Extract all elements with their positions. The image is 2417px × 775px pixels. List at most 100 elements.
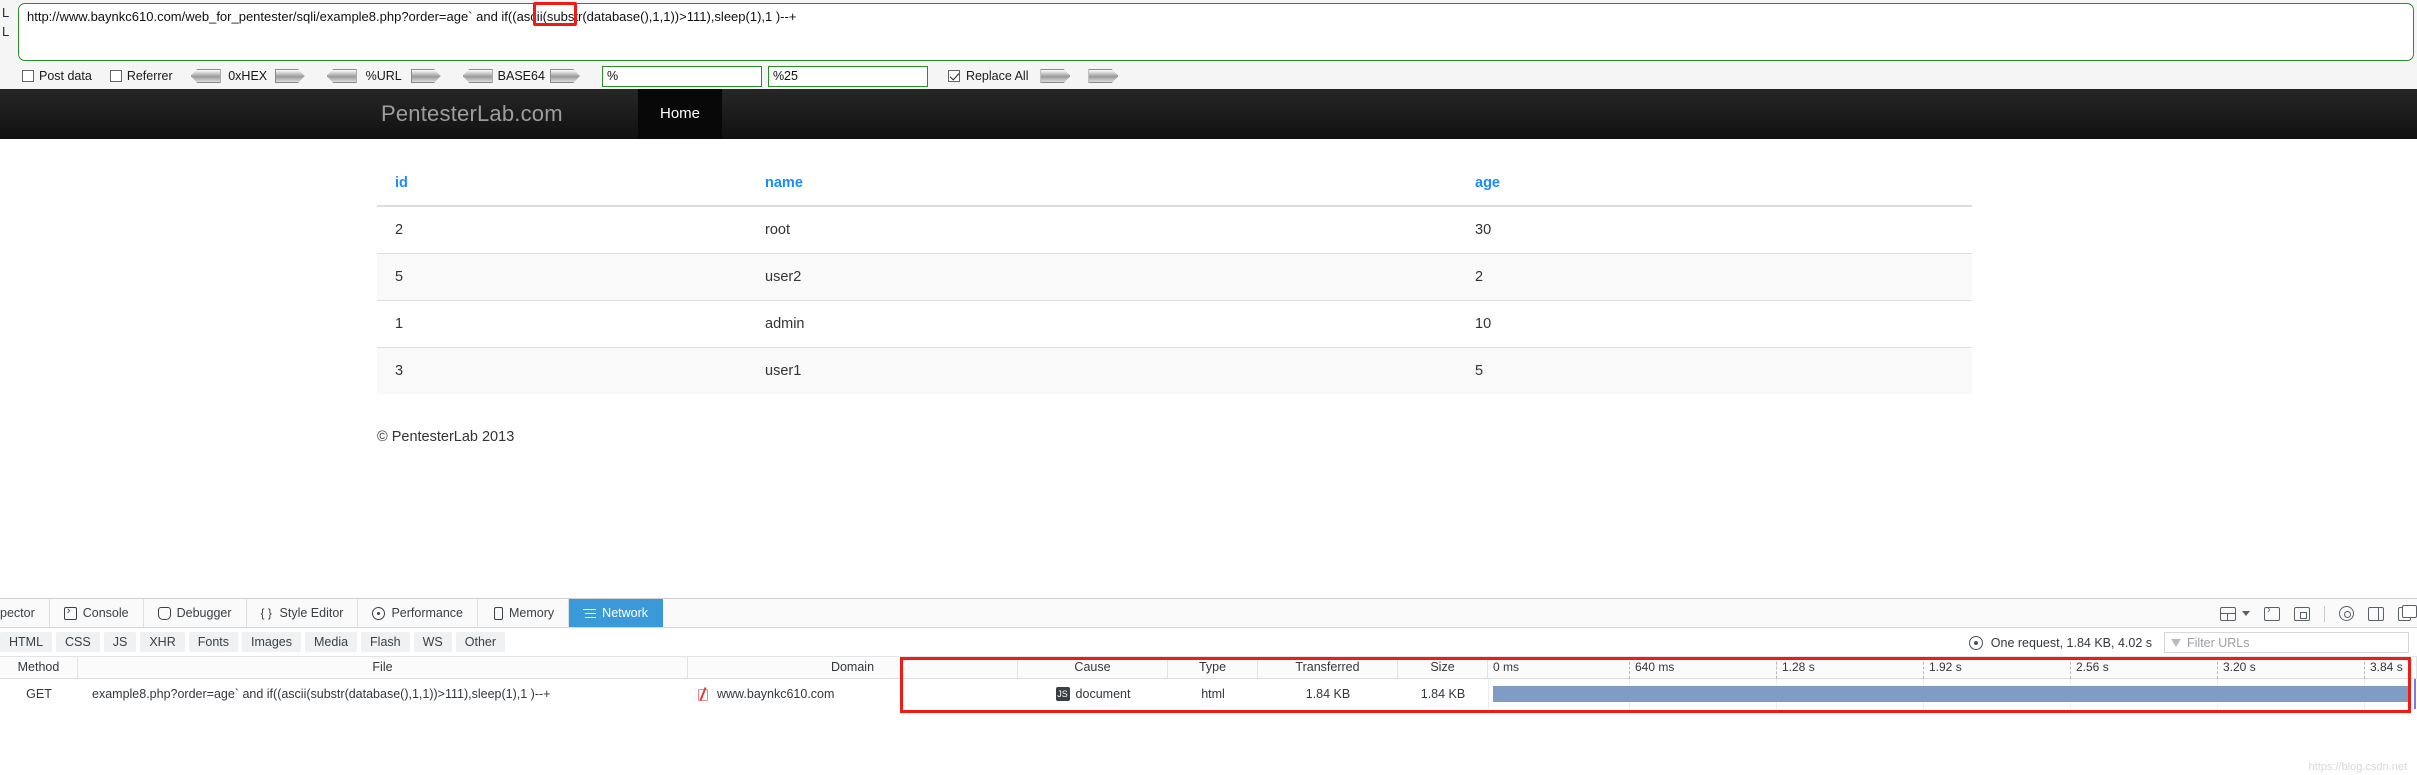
- filter-fonts[interactable]: Fonts: [188, 632, 238, 652]
- url-label-bottom: L: [2, 24, 10, 39]
- url-input[interactable]: http://www.baynkc610.com/web_for_pentest…: [18, 3, 2414, 61]
- cell-name: user1: [747, 347, 1457, 394]
- referrer-label: Referrer: [126, 69, 173, 83]
- filter-xhr[interactable]: XHR: [140, 632, 185, 652]
- cell-name: user2: [747, 253, 1457, 301]
- url-encoder-label: %URL: [365, 69, 402, 83]
- base64-decode-arrow-icon[interactable]: [462, 69, 493, 83]
- cell-domain-text: www.baynkc610.com: [717, 687, 835, 701]
- filter-css[interactable]: CSS: [56, 632, 100, 652]
- tab-inspector[interactable]: pector: [0, 599, 50, 627]
- net-col-file[interactable]: File: [78, 657, 688, 678]
- net-col-type[interactable]: Type: [1168, 657, 1258, 678]
- watermark-text: https://blog.csdn.net: [2308, 761, 2407, 773]
- cell-id: 2: [377, 205, 747, 254]
- encoder-hex-group: 0xHEX: [190, 69, 305, 83]
- users-table: id name age 2 root 30 5 user2 2 1 admin …: [377, 161, 1972, 394]
- tab-debugger-label: Debugger: [176, 606, 232, 620]
- split-console-icon[interactable]: [2264, 604, 2280, 621]
- column-header-age[interactable]: age: [1457, 161, 1972, 207]
- referrer-checkbox[interactable]: [109, 70, 122, 82]
- cell-domain: www.baynkc610.com: [688, 679, 1018, 709]
- timeline-tick-6: 3.84 s: [2364, 656, 2403, 679]
- tab-debugger[interactable]: Debugger: [144, 599, 247, 627]
- request-summary: One request, 1.84 KB, 4.02 s: [1968, 628, 2152, 657]
- tab-memory[interactable]: Memory: [478, 599, 570, 627]
- filter-ws[interactable]: WS: [413, 632, 452, 652]
- post-data-checkbox[interactable]: [22, 70, 34, 82]
- timeline-tick-0: 0 ms: [1493, 659, 1520, 674]
- js-badge-icon: JS: [1055, 687, 1070, 701]
- dock-side-icon[interactable]: [2368, 606, 2384, 621]
- post-data-checkbox-wrap[interactable]: Post data: [22, 69, 92, 83]
- gear-icon[interactable]: [2339, 606, 2354, 621]
- base64-encode-arrow-icon[interactable]: [549, 69, 580, 83]
- filter-flash[interactable]: Flash: [361, 632, 410, 652]
- cell-age: 5: [1457, 347, 1972, 394]
- devtools-panel: pector Console Debugger { } Style Editor…: [0, 598, 2417, 775]
- cell-age: 2: [1457, 253, 1972, 301]
- nav-item-home[interactable]: Home: [638, 89, 723, 139]
- tab-style-editor[interactable]: { } Style Editor: [247, 599, 359, 627]
- replace-all-checkbox[interactable]: [947, 70, 960, 82]
- filter-media[interactable]: Media: [305, 632, 358, 652]
- site-brand[interactable]: PentesterLab.com: [381, 101, 563, 127]
- replace-all-label: Replace All: [965, 69, 1029, 83]
- filter-html[interactable]: HTML: [0, 632, 53, 652]
- filter-urls-placeholder: Filter URLs: [2187, 635, 2250, 650]
- url-encode-arrow-icon[interactable]: [410, 69, 441, 83]
- tab-performance[interactable]: Performance: [358, 599, 479, 627]
- referrer-checkbox-wrap[interactable]: Referrer: [109, 69, 173, 83]
- filter-images[interactable]: Images: [242, 632, 301, 652]
- replace-input[interactable]: [767, 65, 928, 87]
- timeline-tick-3: 1.92 s: [1923, 656, 1962, 679]
- column-header-id[interactable]: id: [377, 161, 747, 207]
- separate-window-icon[interactable]: [2398, 604, 2417, 621]
- timeline-duration-bar: [1493, 686, 2410, 702]
- devtools-toolbar-icons: [2220, 599, 2417, 628]
- search-input[interactable]: [601, 65, 762, 87]
- timeline-tick-4: 2.56 s: [2070, 656, 2109, 679]
- net-col-size[interactable]: Size: [1398, 657, 1488, 678]
- filter-urls-input[interactable]: Filter URLs: [2164, 632, 2409, 653]
- cell-id: 1: [377, 300, 747, 348]
- chevron-down-icon[interactable]: [2242, 611, 2250, 616]
- cell-timeline: → 4024 ms: [1488, 679, 2417, 709]
- cell-size: 1.84 KB: [1420, 687, 1466, 701]
- table-row: 5 user2 2: [377, 253, 1972, 301]
- hex-decode-arrow-icon[interactable]: [190, 69, 221, 83]
- encoder-url-group: %URL: [326, 69, 441, 83]
- screenshot-icon[interactable]: [2294, 606, 2310, 621]
- filter-js[interactable]: JS: [103, 632, 137, 652]
- tab-style-editor-label: Style Editor: [279, 606, 344, 620]
- replace-all-wrap[interactable]: Replace All: [947, 69, 1119, 83]
- timeline-tick-1: 640 ms: [1629, 656, 1674, 679]
- net-col-method[interactable]: Method: [0, 657, 78, 678]
- net-col-transferred[interactable]: Transferred: [1258, 657, 1398, 678]
- tab-console[interactable]: Console: [50, 599, 144, 627]
- performance-analysis-icon[interactable]: [1968, 635, 1983, 650]
- hex-encode-arrow-icon[interactable]: [274, 69, 305, 83]
- cell-age: 30: [1457, 205, 1972, 254]
- replace-apply-arrow-icon-2[interactable]: [1088, 69, 1119, 83]
- network-request-row[interactable]: GET example8.php?order=age` and if((asci…: [0, 679, 2417, 709]
- cell-cause: JS document: [1018, 679, 1168, 709]
- network-filter-bar: HTML CSS JS XHR Fonts Images Media Flash…: [0, 628, 2417, 657]
- hex-encoder-label: 0xHEX: [228, 69, 268, 83]
- net-col-domain[interactable]: Domain: [688, 657, 1018, 678]
- post-data-label: Post data: [39, 69, 92, 83]
- tab-inspector-label: pector: [0, 606, 35, 620]
- filter-other[interactable]: Other: [455, 632, 506, 652]
- responsive-layout-icon[interactable]: [2220, 606, 2236, 621]
- tab-network[interactable]: Network: [569, 599, 664, 627]
- timeline-tick-2: 1.28 s: [1776, 656, 1815, 679]
- replace-apply-arrow-icon[interactable]: [1040, 69, 1071, 83]
- tab-performance-label: Performance: [391, 606, 464, 620]
- column-header-name[interactable]: name: [747, 161, 1457, 207]
- url-decode-arrow-icon[interactable]: [326, 69, 357, 83]
- table-row: 2 root 30: [377, 205, 1972, 254]
- network-table-header: Method File Domain Cause Type Transferre…: [0, 656, 2417, 679]
- cell-transferred: 1.84 KB: [1305, 687, 1351, 701]
- devtools-tabbar: pector Console Debugger { } Style Editor…: [0, 599, 2417, 628]
- net-col-cause[interactable]: Cause: [1018, 657, 1168, 678]
